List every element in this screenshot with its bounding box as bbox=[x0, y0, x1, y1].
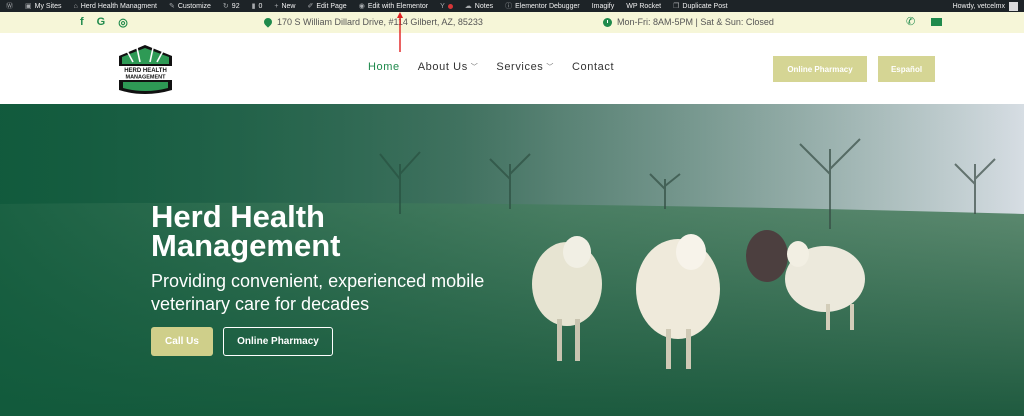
wordpress-icon: Ⓦ bbox=[6, 3, 13, 10]
my-sites-button[interactable]: ▣ My Sites bbox=[19, 0, 67, 12]
facebook-icon[interactable]: f bbox=[80, 16, 84, 29]
imagify-button[interactable]: Imagify bbox=[586, 0, 621, 12]
elementor-icon: ◉ bbox=[358, 3, 365, 10]
call-us-button[interactable]: Call Us bbox=[151, 327, 213, 356]
hero-banner: Herd Health Management Providing conveni… bbox=[0, 104, 1024, 416]
home-icon: ⌂ bbox=[73, 2, 78, 10]
updates-button[interactable]: ↻ 92 bbox=[217, 0, 246, 12]
hours-info: Mon-Fri: 8AM-5PM | Sat & Sun: Closed bbox=[603, 17, 774, 27]
address-link[interactable]: 170 S William Dillard Drive, #114 Gilber… bbox=[262, 16, 483, 28]
edit-page-button[interactable]: ✐ Edit Page bbox=[301, 0, 352, 12]
chevron-down-icon: ﹀ bbox=[546, 64, 554, 71]
elementor-debugger-button[interactable]: ⓘ Elementor Debugger bbox=[499, 0, 586, 12]
pencil-icon: ✐ bbox=[307, 3, 314, 10]
plus-icon: + bbox=[274, 2, 279, 10]
hero-subtitle: Providing convenient, experienced mobile… bbox=[151, 271, 485, 314]
notes-button[interactable]: ☁ Notes bbox=[459, 0, 499, 12]
site-logo[interactable]: HERD HEALTH MANAGEMENT bbox=[113, 42, 178, 97]
site-header: HERD HEALTH MANAGEMENT Home About Us ﹀ Se… bbox=[0, 33, 1024, 104]
wp-rocket-button[interactable]: WP Rocket bbox=[620, 0, 667, 12]
wp-admin-bar: Ⓦ ▣ My Sites ⌂ Herd Health Managment ✎ Cust… bbox=[0, 0, 1024, 12]
social-links: f G ◎ bbox=[80, 16, 128, 29]
status-dot-icon bbox=[447, 3, 453, 9]
nav-services[interactable]: Services ﹀ bbox=[496, 61, 554, 73]
brush-icon: ✎ bbox=[168, 3, 175, 10]
hero-online-pharmacy-button[interactable]: Online Pharmacy bbox=[223, 327, 333, 356]
mail-icon[interactable] bbox=[931, 18, 943, 26]
new-content-button[interactable]: + New bbox=[268, 0, 301, 12]
map-pin-icon bbox=[262, 16, 274, 28]
nav-home[interactable]: Home bbox=[368, 61, 400, 73]
hours-text: Mon-Fri: 8AM-5PM | Sat & Sun: Closed bbox=[617, 17, 774, 27]
clock-icon bbox=[603, 17, 612, 27]
edit-with-elementor-button[interactable]: ◉ Edit with Elementor bbox=[353, 0, 434, 12]
my-account-button[interactable]: Howdy, vetcelmx bbox=[953, 1, 1024, 11]
sites-icon: ▣ bbox=[25, 3, 32, 10]
hero-title: Herd Health Management bbox=[151, 199, 341, 263]
nav-contact[interactable]: Contact bbox=[572, 61, 614, 73]
info-icon: ⓘ bbox=[505, 3, 513, 10]
main-nav: Home About Us ﹀ Services ﹀ Contact bbox=[368, 61, 614, 73]
instagram-icon[interactable]: ◎ bbox=[118, 16, 128, 29]
svg-text:MANAGEMENT: MANAGEMENT bbox=[125, 75, 166, 81]
yoast-button[interactable]: Y bbox=[434, 0, 459, 12]
svg-text:HERD HEALTH: HERD HEALTH bbox=[124, 68, 167, 74]
yoast-icon: Y bbox=[440, 2, 445, 10]
nav-about-us[interactable]: About Us ﹀ bbox=[418, 61, 479, 73]
duplicate-icon: ❐ bbox=[673, 3, 680, 10]
comment-icon: ▮ bbox=[251, 3, 256, 10]
avatar bbox=[1009, 1, 1018, 11]
notes-icon: ☁ bbox=[464, 3, 472, 10]
duplicate-post-button[interactable]: ❐ Duplicate Post bbox=[667, 0, 733, 12]
top-info-bar: f G ◎ 170 S William Dillard Drive, #114 … bbox=[0, 12, 1024, 33]
comments-button[interactable]: ▮ 0 bbox=[246, 0, 269, 12]
updates-icon: ↻ bbox=[222, 3, 229, 10]
red-arrow-annotation bbox=[397, 12, 403, 52]
wp-logo-button[interactable]: Ⓦ bbox=[0, 0, 19, 12]
address-text: 170 S William Dillard Drive, #114 Gilber… bbox=[277, 17, 483, 27]
online-pharmacy-button[interactable]: Online Pharmacy bbox=[773, 56, 867, 82]
chevron-down-icon: ﹀ bbox=[470, 64, 479, 71]
contact-icons: ✆ bbox=[906, 15, 943, 28]
phone-icon[interactable]: ✆ bbox=[906, 15, 915, 28]
site-name-button[interactable]: ⌂ Herd Health Managment bbox=[67, 0, 163, 12]
customize-button[interactable]: ✎ Customize bbox=[163, 0, 217, 12]
google-icon[interactable]: G bbox=[97, 16, 106, 29]
espanol-button[interactable]: Español bbox=[878, 56, 935, 82]
